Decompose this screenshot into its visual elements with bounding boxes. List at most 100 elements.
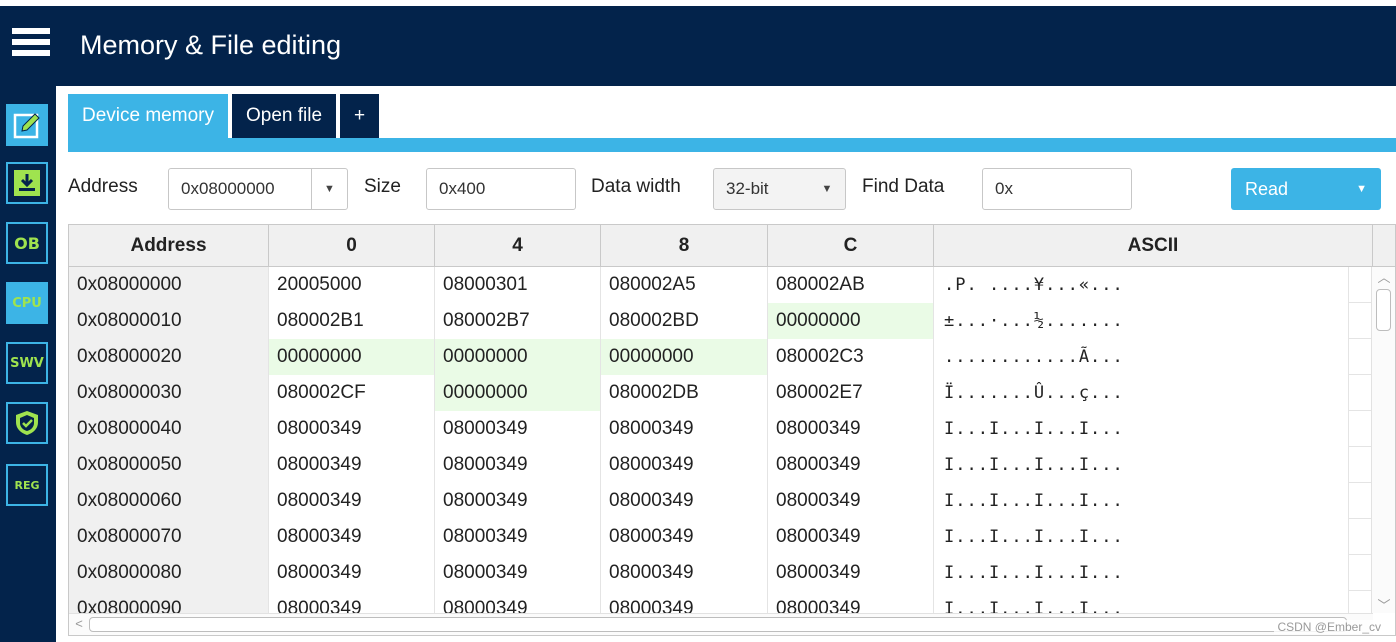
value-cell[interactable]: 08000349 bbox=[768, 411, 934, 447]
ascii-cell: I...I...I...I... bbox=[934, 519, 1349, 555]
value-cell[interactable]: 08000349 bbox=[768, 591, 934, 613]
value-cell[interactable]: 08000349 bbox=[435, 555, 601, 591]
address-cell: 0x08000020 bbox=[69, 339, 269, 375]
address-cell: 0x08000040 bbox=[69, 411, 269, 447]
value-cell[interactable]: 08000349 bbox=[768, 519, 934, 555]
chevron-down-icon[interactable]: ▼ bbox=[1356, 183, 1367, 195]
scroll-left-icon[interactable]: < bbox=[70, 616, 88, 634]
ascii-cell: ............Ã... bbox=[934, 339, 1349, 375]
read-button[interactable]: Read ▼ bbox=[1231, 168, 1381, 210]
sidebar-item-download[interactable] bbox=[6, 162, 48, 204]
value-cell[interactable]: 08000349 bbox=[435, 411, 601, 447]
page-title: Memory & File editing bbox=[80, 30, 342, 60]
value-cell[interactable]: 08000301 bbox=[435, 267, 601, 303]
vertical-scroll-thumb[interactable] bbox=[1376, 289, 1391, 331]
table-row: 0x08000040 08000349 08000349 08000349 080003… bbox=[69, 411, 1373, 447]
hamburger-menu-icon[interactable] bbox=[12, 28, 50, 62]
value-cell[interactable]: 080002A5 bbox=[601, 267, 768, 303]
value-cell[interactable]: 08000349 bbox=[768, 555, 934, 591]
column-header-4[interactable]: 4 bbox=[435, 225, 601, 267]
toolbar: Address 0x08000000 ▼ Size 0x400 Data wid… bbox=[68, 168, 1396, 214]
sidebar-item-registers[interactable]: REG bbox=[6, 464, 48, 506]
address-cell: 0x08000060 bbox=[69, 483, 269, 519]
value-cell[interactable]: 08000349 bbox=[601, 483, 768, 519]
value-cell[interactable]: 00000000 bbox=[269, 339, 435, 375]
sidebar-item-swv[interactable]: SWV bbox=[6, 342, 48, 384]
sidebar-item-security[interactable] bbox=[6, 402, 48, 444]
size-field[interactable]: 0x400 bbox=[426, 168, 576, 210]
address-cell: 0x08000010 bbox=[69, 303, 269, 339]
value-cell[interactable]: 08000349 bbox=[435, 519, 601, 555]
scroll-up-icon[interactable]: ︿ bbox=[1372, 267, 1395, 285]
value-cell[interactable]: 080002B1 bbox=[269, 303, 435, 339]
sidebar-item-cpu[interactable]: CPU bbox=[6, 282, 48, 324]
tab-device-memory[interactable]: Device memory bbox=[68, 94, 228, 138]
value-cell[interactable]: 00000000 bbox=[435, 375, 601, 411]
value-cell[interactable]: 080002AB bbox=[768, 267, 934, 303]
address-cell: 0x08000090 bbox=[69, 591, 269, 613]
horizontal-scrollbar[interactable]: < bbox=[69, 613, 1373, 635]
value-cell[interactable]: 08000349 bbox=[435, 483, 601, 519]
value-cell[interactable]: 20005000 bbox=[269, 267, 435, 303]
value-cell[interactable]: 08000349 bbox=[601, 591, 768, 613]
value-cell[interactable]: 08000349 bbox=[269, 555, 435, 591]
chevron-down-icon[interactable]: ▼ bbox=[809, 169, 845, 209]
ob-icon: OB bbox=[14, 233, 40, 253]
value-cell[interactable]: 08000349 bbox=[435, 591, 601, 613]
sidebar: OB CPU SWV REG bbox=[0, 86, 56, 642]
value-cell[interactable]: 08000349 bbox=[768, 447, 934, 483]
value-cell[interactable]: 08000349 bbox=[435, 447, 601, 483]
vertical-scrollbar[interactable]: ︿ ﹀ bbox=[1371, 267, 1395, 613]
value-cell[interactable]: 08000349 bbox=[768, 483, 934, 519]
table-row: 0x08000090 08000349 08000349 08000349 080003… bbox=[69, 591, 1373, 613]
value-cell[interactable]: 00000000 bbox=[768, 303, 934, 339]
address-cell: 0x08000030 bbox=[69, 375, 269, 411]
address-cell: 0x08000080 bbox=[69, 555, 269, 591]
value-cell[interactable]: 08000349 bbox=[269, 483, 435, 519]
value-cell[interactable]: 080002E7 bbox=[768, 375, 934, 411]
table-row: 0x08000070 08000349 08000349 08000349 080003… bbox=[69, 519, 1373, 555]
column-header-address[interactable]: Address bbox=[69, 225, 269, 267]
ascii-cell: .P. ....¥...«... bbox=[934, 267, 1349, 303]
column-header-8[interactable]: 8 bbox=[601, 225, 768, 267]
table-row: 0x08000010 080002B1 080002B7 080002BD 000000… bbox=[69, 303, 1373, 339]
column-header-ascii[interactable]: ASCII bbox=[934, 225, 1373, 267]
address-combo[interactable]: 0x08000000 ▼ bbox=[168, 168, 348, 210]
value-cell[interactable]: 08000349 bbox=[601, 447, 768, 483]
address-cell: 0x08000070 bbox=[69, 519, 269, 555]
value-cell[interactable]: 08000349 bbox=[269, 447, 435, 483]
scroll-down-icon[interactable]: ﹀ bbox=[1372, 595, 1395, 613]
value-cell[interactable]: 080002C3 bbox=[768, 339, 934, 375]
value-cell[interactable]: 08000349 bbox=[269, 411, 435, 447]
sidebar-item-memory-edit[interactable] bbox=[6, 104, 48, 146]
find-data-label: Find Data bbox=[862, 176, 945, 197]
horizontal-scroll-thumb[interactable] bbox=[89, 617, 1347, 632]
value-cell[interactable]: 08000349 bbox=[269, 591, 435, 613]
value-cell[interactable]: 080002CF bbox=[269, 375, 435, 411]
column-header-0[interactable]: 0 bbox=[269, 225, 435, 267]
address-cell: 0x08000000 bbox=[69, 267, 269, 303]
value-cell[interactable]: 08000349 bbox=[269, 519, 435, 555]
column-header-c[interactable]: C bbox=[768, 225, 934, 267]
chevron-down-icon[interactable]: ▼ bbox=[311, 169, 347, 209]
table-row: 0x08000080 08000349 08000349 08000349 080003… bbox=[69, 555, 1373, 591]
value-cell[interactable]: 00000000 bbox=[435, 339, 601, 375]
table-body: 0x08000000 20005000 08000301 080002A5 080002… bbox=[69, 267, 1373, 613]
value-cell[interactable]: 08000349 bbox=[601, 519, 768, 555]
swv-icon: SWV bbox=[10, 355, 44, 371]
ascii-cell: I...I...I...I... bbox=[934, 483, 1349, 519]
value-cell[interactable]: 080002BD bbox=[601, 303, 768, 339]
value-cell[interactable]: 080002DB bbox=[601, 375, 768, 411]
tab-open-file[interactable]: Open file bbox=[231, 94, 337, 138]
sidebar-item-option-bytes[interactable]: OB bbox=[6, 222, 48, 264]
data-width-select[interactable]: 32-bit ▼ bbox=[713, 168, 846, 210]
value-cell[interactable]: 08000349 bbox=[601, 555, 768, 591]
value-cell[interactable]: 080002B7 bbox=[435, 303, 601, 339]
find-data-field[interactable]: 0x bbox=[982, 168, 1132, 210]
value-cell[interactable]: 00000000 bbox=[601, 339, 768, 375]
address-field[interactable]: 0x08000000 bbox=[169, 169, 311, 209]
download-icon bbox=[14, 170, 40, 196]
add-tab-button[interactable]: + bbox=[340, 94, 380, 138]
value-cell[interactable]: 08000349 bbox=[601, 411, 768, 447]
cpu-icon: CPU bbox=[12, 295, 42, 311]
